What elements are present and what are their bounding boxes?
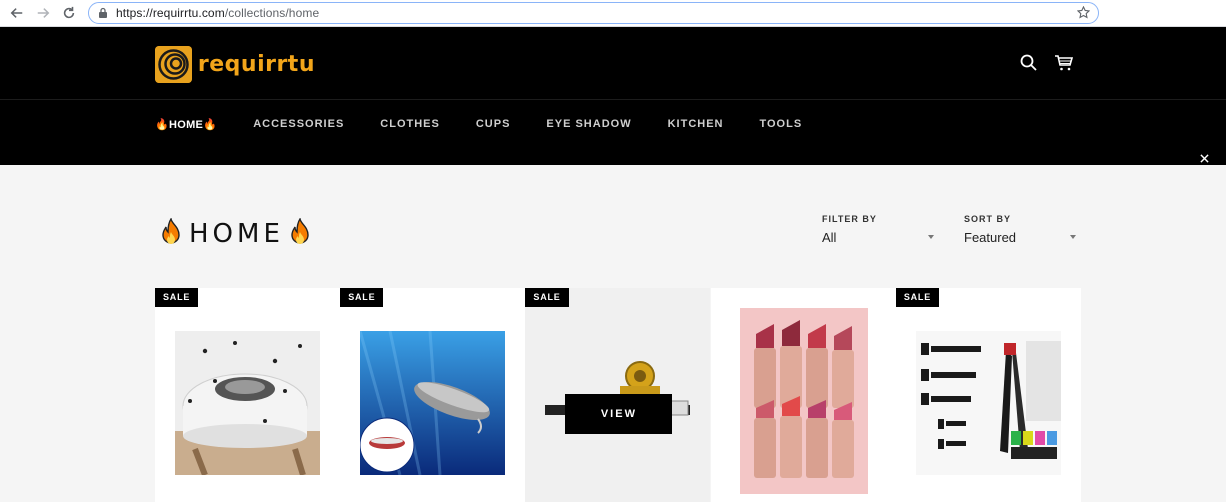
caret-down-icon [928, 235, 934, 239]
nav-item-tools[interactable]: TOOLS [759, 118, 802, 131]
url-host: https://requirrtu.com [116, 6, 225, 20]
reload-icon[interactable] [60, 4, 78, 22]
sort-label: SORT BY [964, 214, 1012, 224]
url-path: /collections/home [224, 6, 320, 20]
nav-item-cups[interactable]: CUPS [476, 118, 511, 131]
forward-arrow-icon[interactable] [34, 4, 52, 22]
product-image-lipstick-set[interactable] [739, 308, 868, 494]
url-text: https://requirrtu.com/collections/home [116, 6, 319, 20]
filter-label: FILTER BY [822, 214, 877, 224]
main-navigation: 🔥HOME🔥 ACCESSORIES CLOTHES CUPS EYE SHAD… [155, 118, 838, 131]
sale-badge: SALE [895, 288, 940, 307]
product-image-rivet-tool-kit[interactable] [915, 331, 1061, 475]
back-arrow-icon[interactable] [8, 4, 26, 22]
nav-item-eye-shadow[interactable]: EYE SHADOW [546, 118, 631, 131]
product-card[interactable]: SALE [155, 288, 340, 502]
lock-icon [99, 7, 107, 18]
product-card[interactable] [710, 288, 896, 502]
browser-toolbar: https://requirrtu.com/collections/home [0, 0, 1226, 27]
collection-title: HOME [157, 218, 314, 250]
site-header: requirrtu 🔥HOME🔥 ACCESSORIES CLOTHES CUP… [0, 27, 1226, 165]
store-logo[interactable]: requirrtu [155, 44, 315, 84]
sale-badge: SALE [155, 288, 199, 307]
nav-item-accessories[interactable]: ACCESSORIES [253, 118, 344, 131]
cart-icon[interactable] [1054, 53, 1074, 73]
fire-icon [291, 218, 309, 244]
close-icon[interactable] [1200, 154, 1209, 163]
fire-icon [162, 218, 180, 244]
collection-title-text: HOME [189, 219, 284, 249]
product-grid: SALE SALE SALE VIEW SALE [155, 288, 1081, 502]
logo-text: requirrtu [197, 51, 315, 77]
filter-control: FILTER BY All [822, 214, 934, 245]
logo-swirl-icon [155, 45, 192, 83]
address-bar[interactable]: https://requirrtu.com/collections/home [88, 2, 1099, 24]
product-image-fly-trap[interactable] [175, 331, 320, 475]
product-card[interactable]: SALE [340, 288, 526, 502]
nav-item-clothes[interactable]: CLOTHES [380, 118, 440, 131]
nav-item-home[interactable]: 🔥HOME🔥 [155, 118, 217, 131]
sale-badge: SALE [340, 288, 384, 307]
filter-select[interactable]: All [822, 230, 934, 245]
bookmark-star-icon[interactable] [1077, 6, 1090, 19]
sale-badge: SALE [525, 288, 569, 307]
view-button[interactable]: VIEW [565, 394, 673, 434]
sort-value: Featured [964, 230, 1017, 245]
product-card[interactable]: SALE VIEW [525, 288, 711, 502]
search-icon[interactable] [1019, 53, 1039, 73]
sort-control: SORT BY Featured [964, 214, 1076, 245]
product-card[interactable]: SALE [895, 288, 1081, 502]
caret-down-icon [1070, 235, 1076, 239]
sort-select[interactable]: Featured [964, 230, 1076, 245]
nav-item-kitchen[interactable]: KITCHEN [668, 118, 724, 131]
product-image-fishing-lure[interactable] [360, 331, 506, 475]
header-divider [0, 99, 1226, 100]
filter-value: All [822, 230, 837, 245]
